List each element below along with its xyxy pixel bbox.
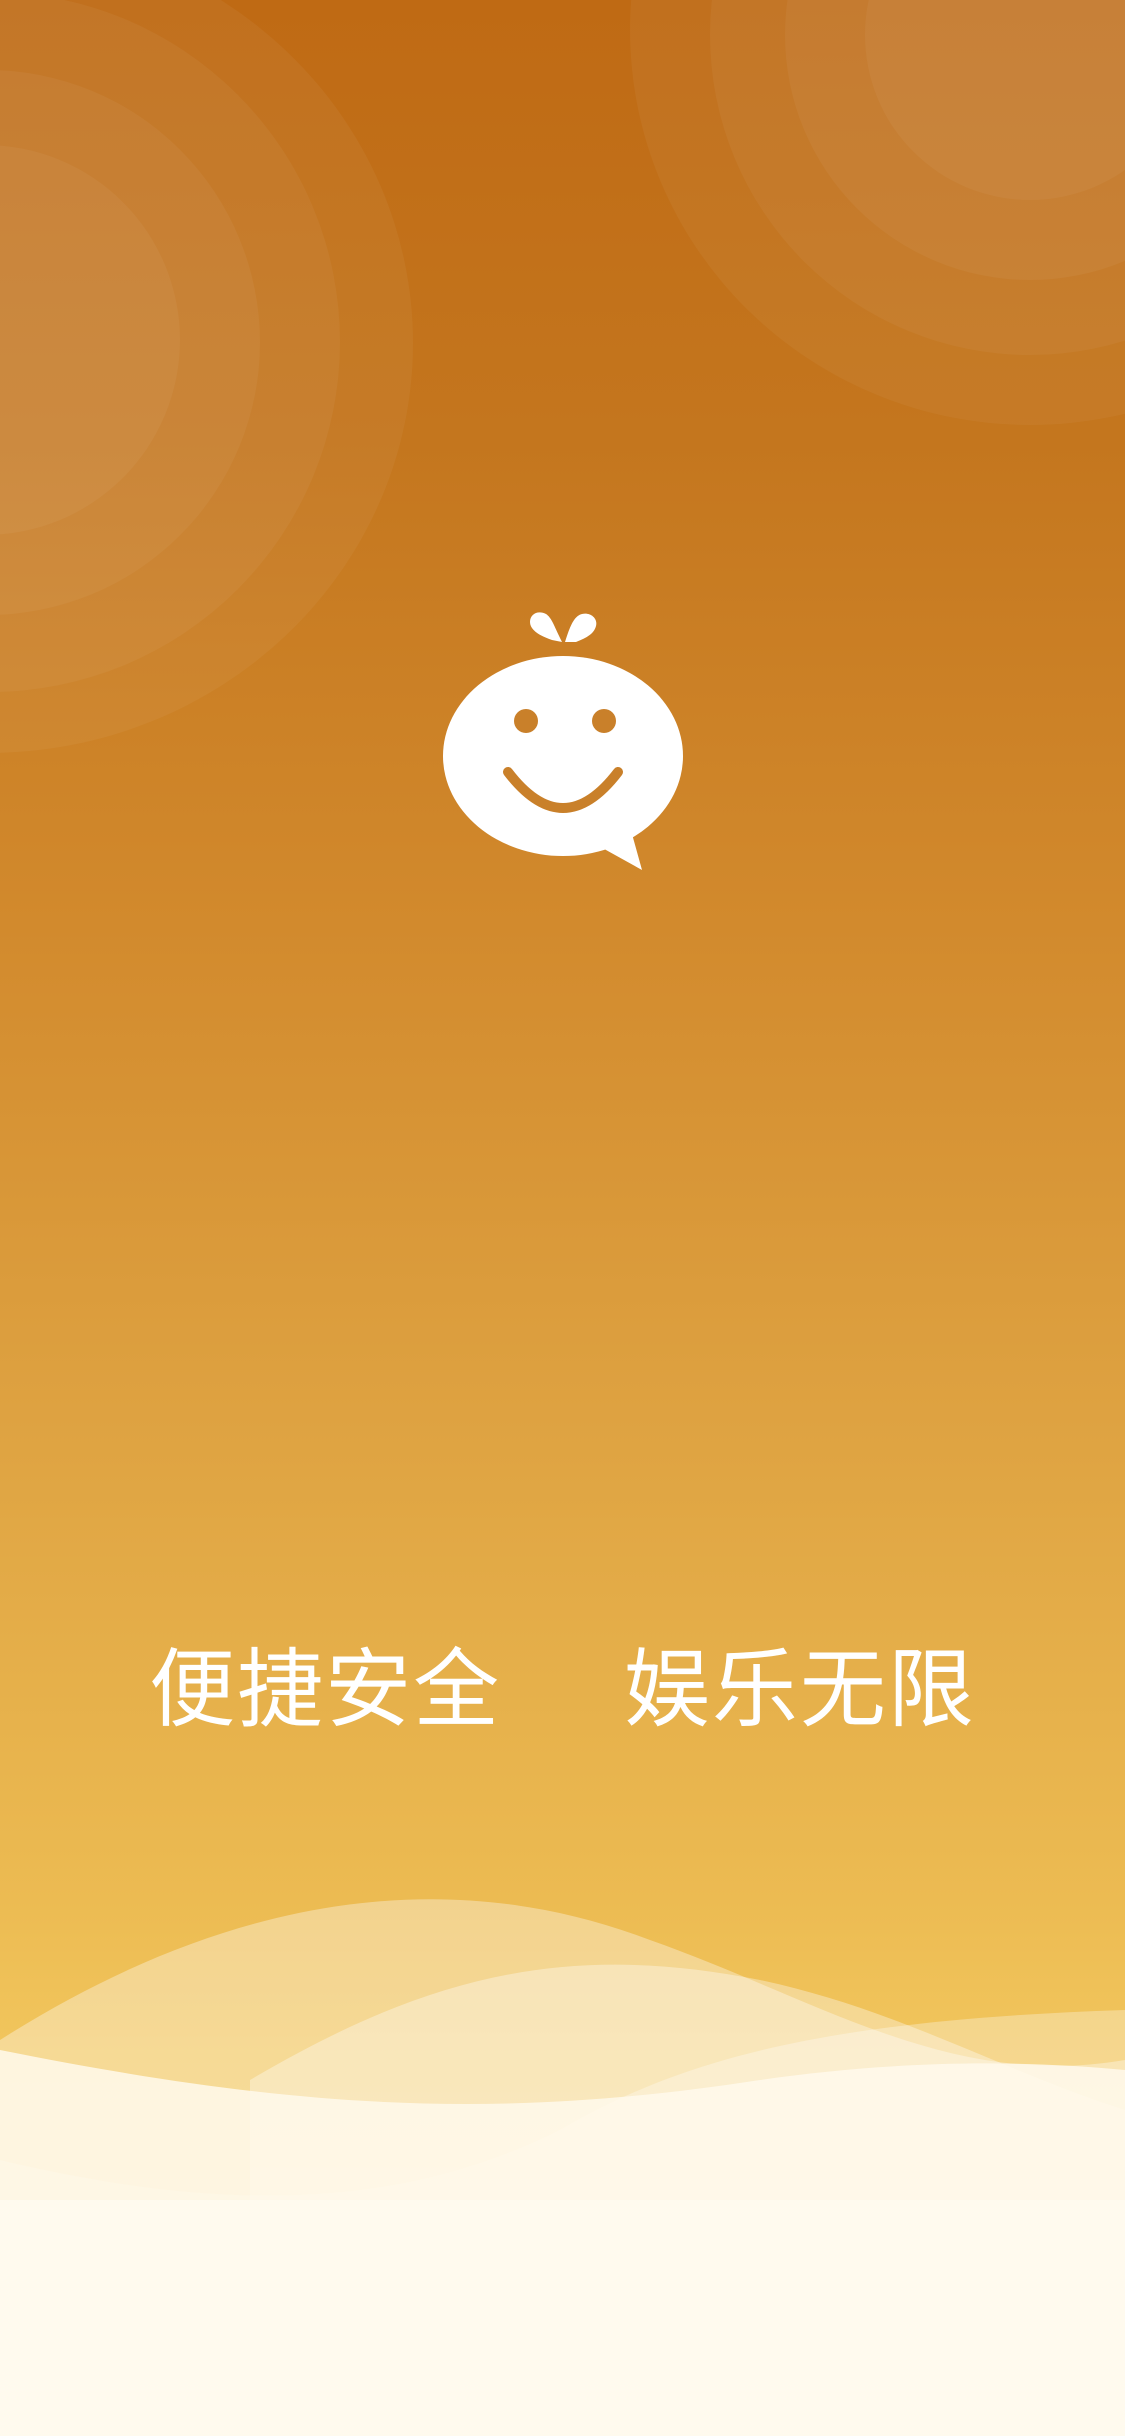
wave-decoration [0, 1899, 1125, 2436]
smiling-chat-bubble-icon [443, 612, 683, 870]
tagline: 便捷安全 娱乐无限 [149, 1640, 976, 1740]
splash-screen: 便捷安全 娱乐无限 [0, 0, 1125, 2436]
